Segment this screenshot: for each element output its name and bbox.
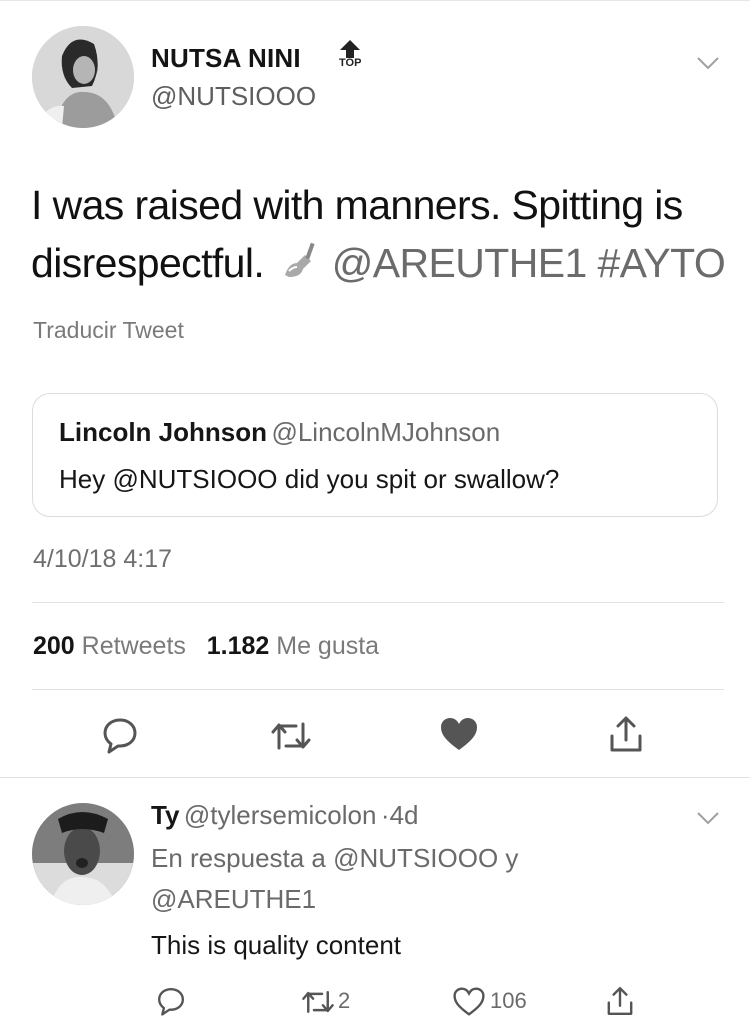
share-icon[interactable] — [604, 985, 636, 1017]
retweet-icon[interactable] — [270, 720, 312, 752]
share-icon[interactable] — [606, 714, 646, 754]
retweet-label[interactable]: Retweets — [82, 632, 186, 660]
top-badge-label: TOP — [339, 57, 362, 69]
in-reply-to-line-2[interactable]: @AREUTHE1 — [151, 884, 316, 915]
quoted-author-handle: @LincolnMJohnson — [271, 417, 501, 447]
tweet-timestamp: 4/10/18 4:17 — [33, 545, 173, 573]
reply-retweet-count: 2 — [338, 988, 351, 1013]
top-badge: TOP — [339, 40, 361, 69]
like-count[interactable]: 1.182 — [207, 632, 270, 660]
quoted-tweet[interactable]: Lincoln Johnson @LincolnMJohnson Hey @NU… — [32, 393, 718, 517]
in-reply-to-line-1[interactable]: En respuesta a @NUTSIOOO y — [151, 843, 518, 874]
chevron-down-icon[interactable] — [696, 811, 720, 830]
reply-like-count: 106 — [490, 988, 527, 1013]
nail-polish-emoji-icon — [281, 238, 321, 296]
reply-icon[interactable] — [156, 986, 186, 1016]
author-avatar[interactable] — [32, 26, 134, 128]
retweet-count[interactable]: 200 — [33, 632, 75, 660]
mention-link[interactable]: @AREUTHE1 — [332, 240, 588, 286]
divider — [32, 602, 724, 603]
like-icon[interactable] — [453, 987, 485, 1016]
top-border — [0, 0, 750, 1]
divider — [0, 777, 750, 778]
reply-author-name[interactable]: Ty — [151, 800, 179, 830]
author-handle[interactable]: @NUTSIOOO — [151, 81, 316, 112]
reply-avatar[interactable] — [32, 803, 134, 905]
reply-text: This is quality content — [151, 930, 402, 960]
tweet-text-line-2: disrespectful. — [31, 240, 265, 286]
reply-age: 4d — [389, 800, 419, 830]
retweet-icon[interactable] — [300, 989, 336, 1015]
like-label[interactable]: Me gusta — [276, 632, 379, 660]
quoted-tweet-header: Lincoln Johnson @LincolnMJohnson — [59, 417, 500, 448]
reply-author-handle[interactable]: @tylersemicolon — [184, 800, 377, 830]
divider — [32, 689, 724, 690]
quoted-tweet-text: Hey @NUTSIOOO did you spit or swallow? — [59, 464, 560, 494]
quoted-author-name: Lincoln Johnson — [59, 417, 267, 447]
chevron-down-icon[interactable] — [696, 56, 720, 75]
reply-header: Ty @tylersemicolon ·4d — [151, 800, 418, 831]
author-name[interactable]: NUTSA NINI — [151, 43, 301, 74]
arrow-up-icon — [340, 40, 361, 58]
translate-tweet-link[interactable]: Traducir Tweet — [33, 317, 184, 344]
reply-icon[interactable] — [101, 716, 139, 754]
like-icon[interactable] — [439, 716, 479, 752]
tweet-text: I was raised with manners. Spitting is d… — [31, 176, 731, 296]
reply-separator: · — [380, 800, 390, 830]
tweet-stats: 200 Retweets 1.182 Me gusta — [33, 632, 379, 661]
tweet-text-line-1: I was raised with manners. Spitting is — [31, 182, 683, 228]
hashtag-link[interactable]: #AYTO — [597, 240, 725, 286]
